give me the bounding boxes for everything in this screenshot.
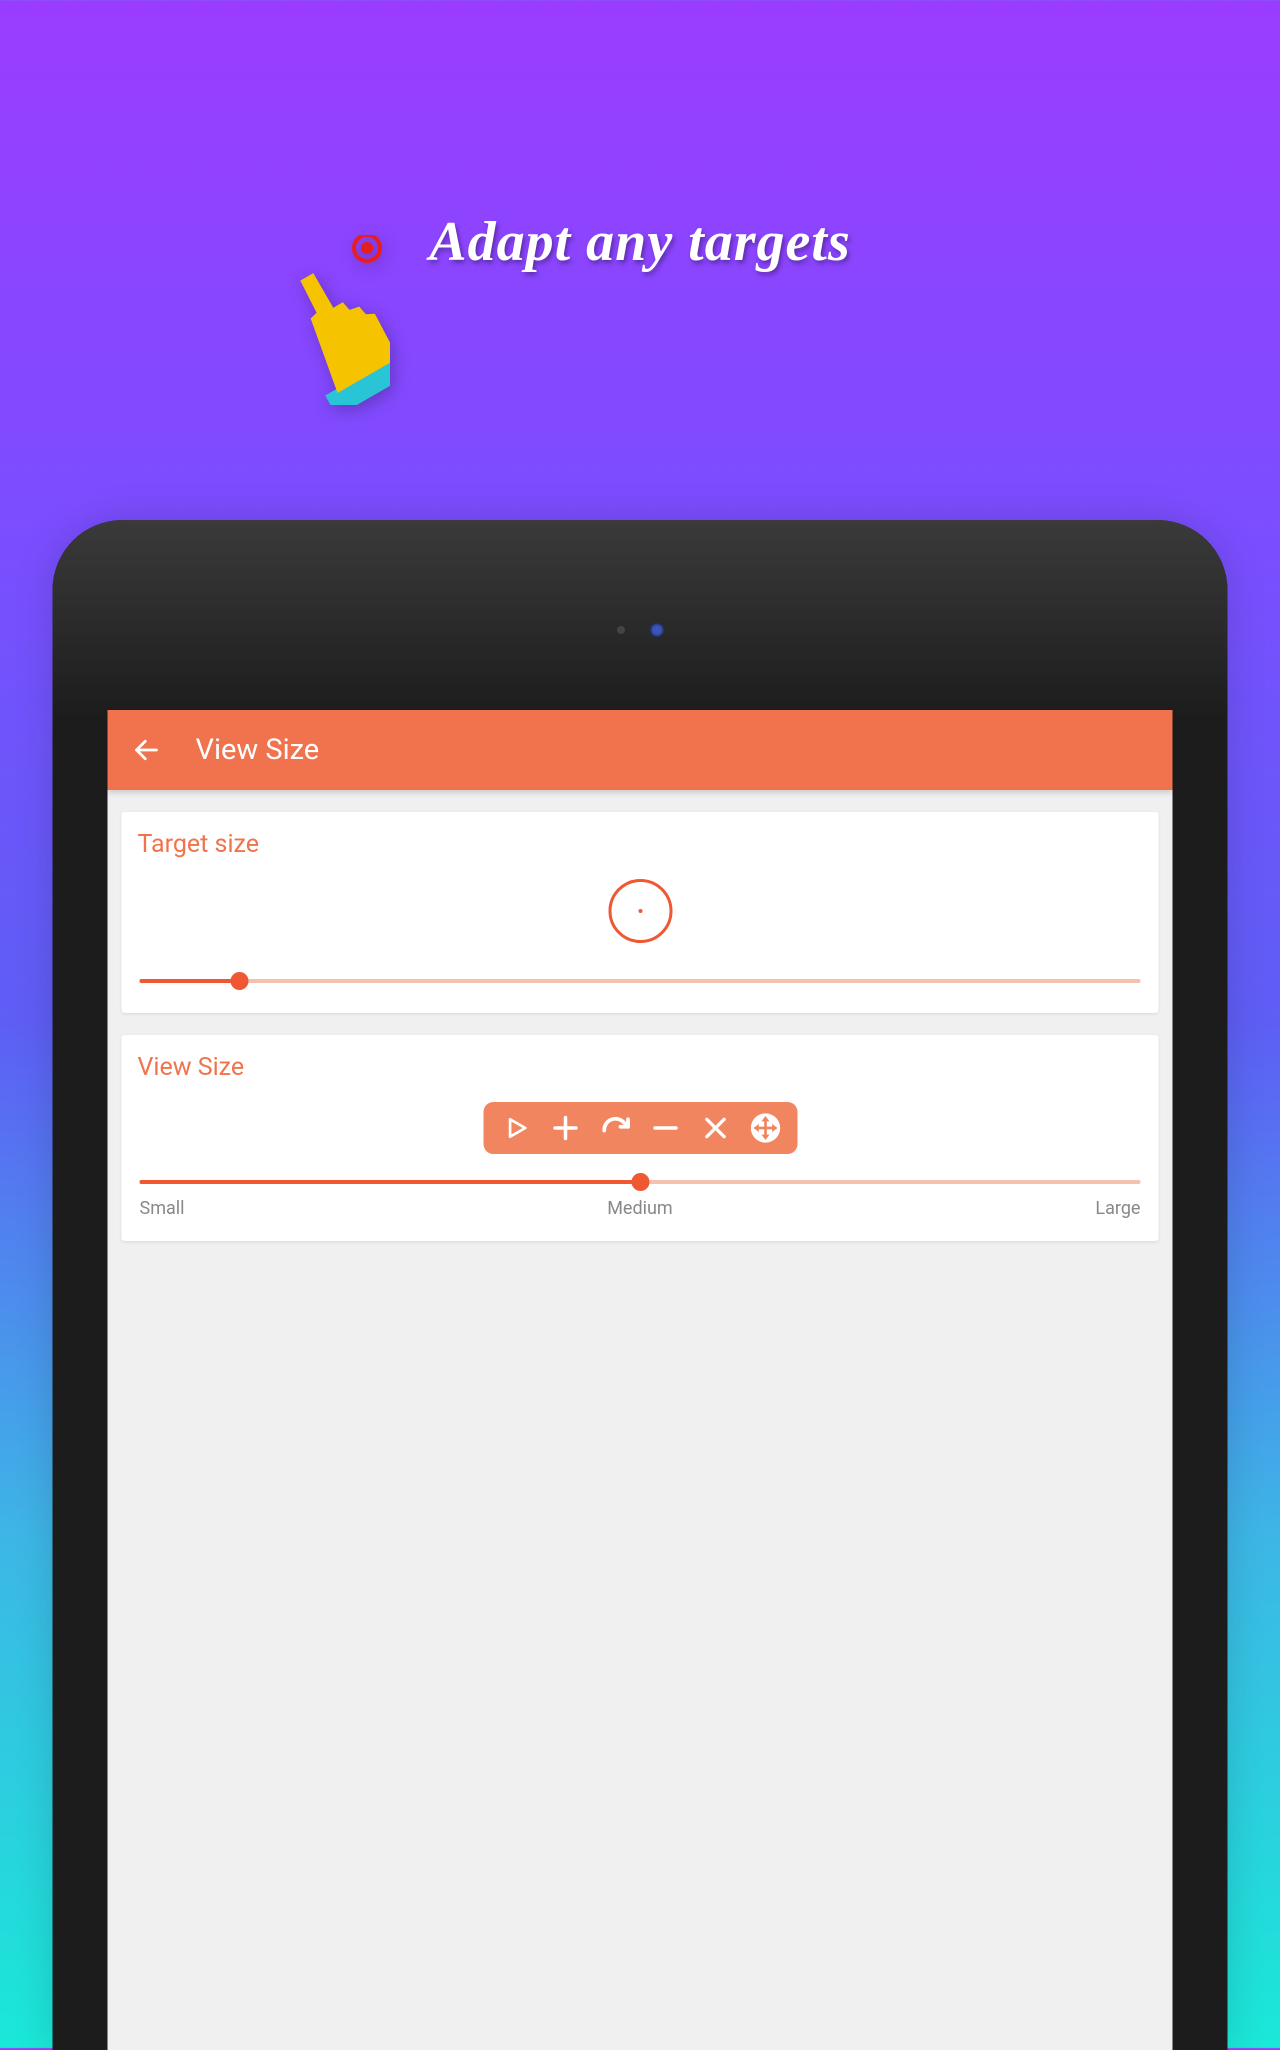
target-size-title: Target size [138,830,1143,859]
view-slider-thumb[interactable] [631,1173,649,1191]
view-size-card: View Size [122,1035,1159,1241]
promo-banner: Adapt any targets [0,210,1280,274]
label-small: Small [140,1198,185,1219]
target-slider-fill [140,979,240,983]
target-size-slider[interactable] [140,971,1141,991]
view-size-title: View Size [138,1053,1143,1082]
pointer-hand-icon [270,235,390,405]
target-slider-thumb[interactable] [231,972,249,990]
minus-icon [649,1112,681,1144]
toolbar-box [483,1102,797,1154]
back-arrow-icon[interactable] [126,729,168,771]
label-large: Large [1095,1198,1140,1219]
move-icon [749,1112,781,1144]
tablet-device-frame: View Size Target size View Size [53,520,1228,2050]
label-medium: Medium [607,1198,673,1219]
target-size-card: Target size [122,812,1159,1013]
target-preview [138,879,1143,943]
tablet-screen: View Size Target size View Size [108,710,1173,2050]
app-bar: View Size [108,710,1173,790]
view-slider-fill [140,1180,641,1184]
promo-title: Adapt any targets [429,210,850,274]
toolbar-preview [138,1102,1143,1154]
tablet-sensors [617,623,664,637]
close-icon [699,1112,731,1144]
redo-icon [599,1112,631,1144]
target-circle-icon [608,879,672,943]
plus-icon [549,1112,581,1144]
app-bar-title: View Size [196,733,320,767]
play-icon [499,1112,531,1144]
view-slider-labels: Small Medium Large [140,1198,1141,1219]
view-size-slider[interactable] [140,1172,1141,1192]
